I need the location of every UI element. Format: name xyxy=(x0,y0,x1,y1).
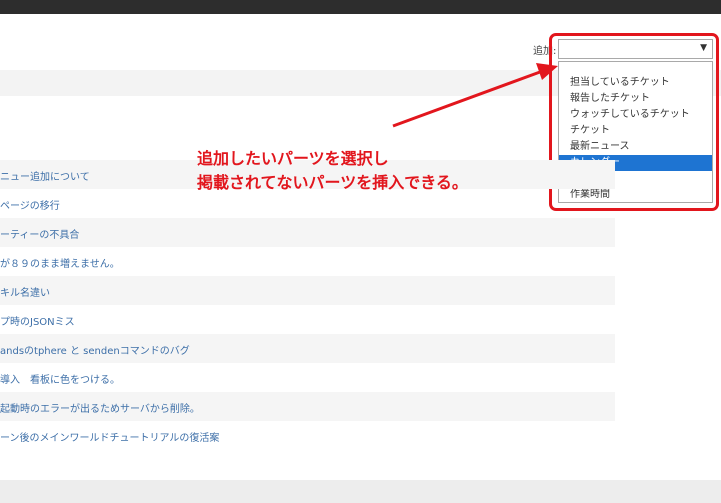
list-item[interactable]: が８９のまま増えません。 xyxy=(0,247,615,276)
annotation-text: 追加したいパーツを選択し 掲載されてないパーツを挿入できる。 xyxy=(197,147,468,195)
issue-link[interactable]: 導入 看板に色をつける。 xyxy=(0,371,120,386)
list-item[interactable]: キル名違い xyxy=(0,276,615,305)
list-item[interactable]: ーティーの不具合 xyxy=(0,218,615,247)
issue-link[interactable]: 起動時のエラーが出るためサーバから削除。 xyxy=(0,400,200,415)
issue-link[interactable]: が８９のまま増えません。 xyxy=(0,255,120,270)
annotation-line-2: 掲載されてないパーツを挿入できる。 xyxy=(197,173,468,192)
issue-link[interactable]: ページの移行 xyxy=(0,197,60,212)
issue-link[interactable]: プ時のJSONミス xyxy=(0,313,75,328)
issue-link[interactable]: ニュー追加について xyxy=(0,168,90,183)
issue-link[interactable]: andsのtphere と sendenコマンドのバグ xyxy=(0,342,190,357)
list-item[interactable]: 起動時のエラーが出るためサーバから削除。 xyxy=(0,392,615,421)
issue-link[interactable]: ーン後のメインワールドチュートリアルの復活案 xyxy=(0,429,219,444)
annotation-line-1: 追加したいパーツを選択し xyxy=(197,149,389,168)
issue-link[interactable]: ーティーの不具合 xyxy=(0,226,79,241)
list-item[interactable]: プ時のJSONミス xyxy=(0,305,615,334)
issue-link[interactable]: キル名違い xyxy=(0,284,50,299)
list-item[interactable]: ーン後のメインワールドチュートリアルの復活案 xyxy=(0,421,615,450)
list-item[interactable]: 導入 看板に色をつける。 xyxy=(0,363,615,392)
list-item[interactable]: andsのtphere と sendenコマンドのバグ xyxy=(0,334,615,363)
top-bar xyxy=(0,0,721,14)
